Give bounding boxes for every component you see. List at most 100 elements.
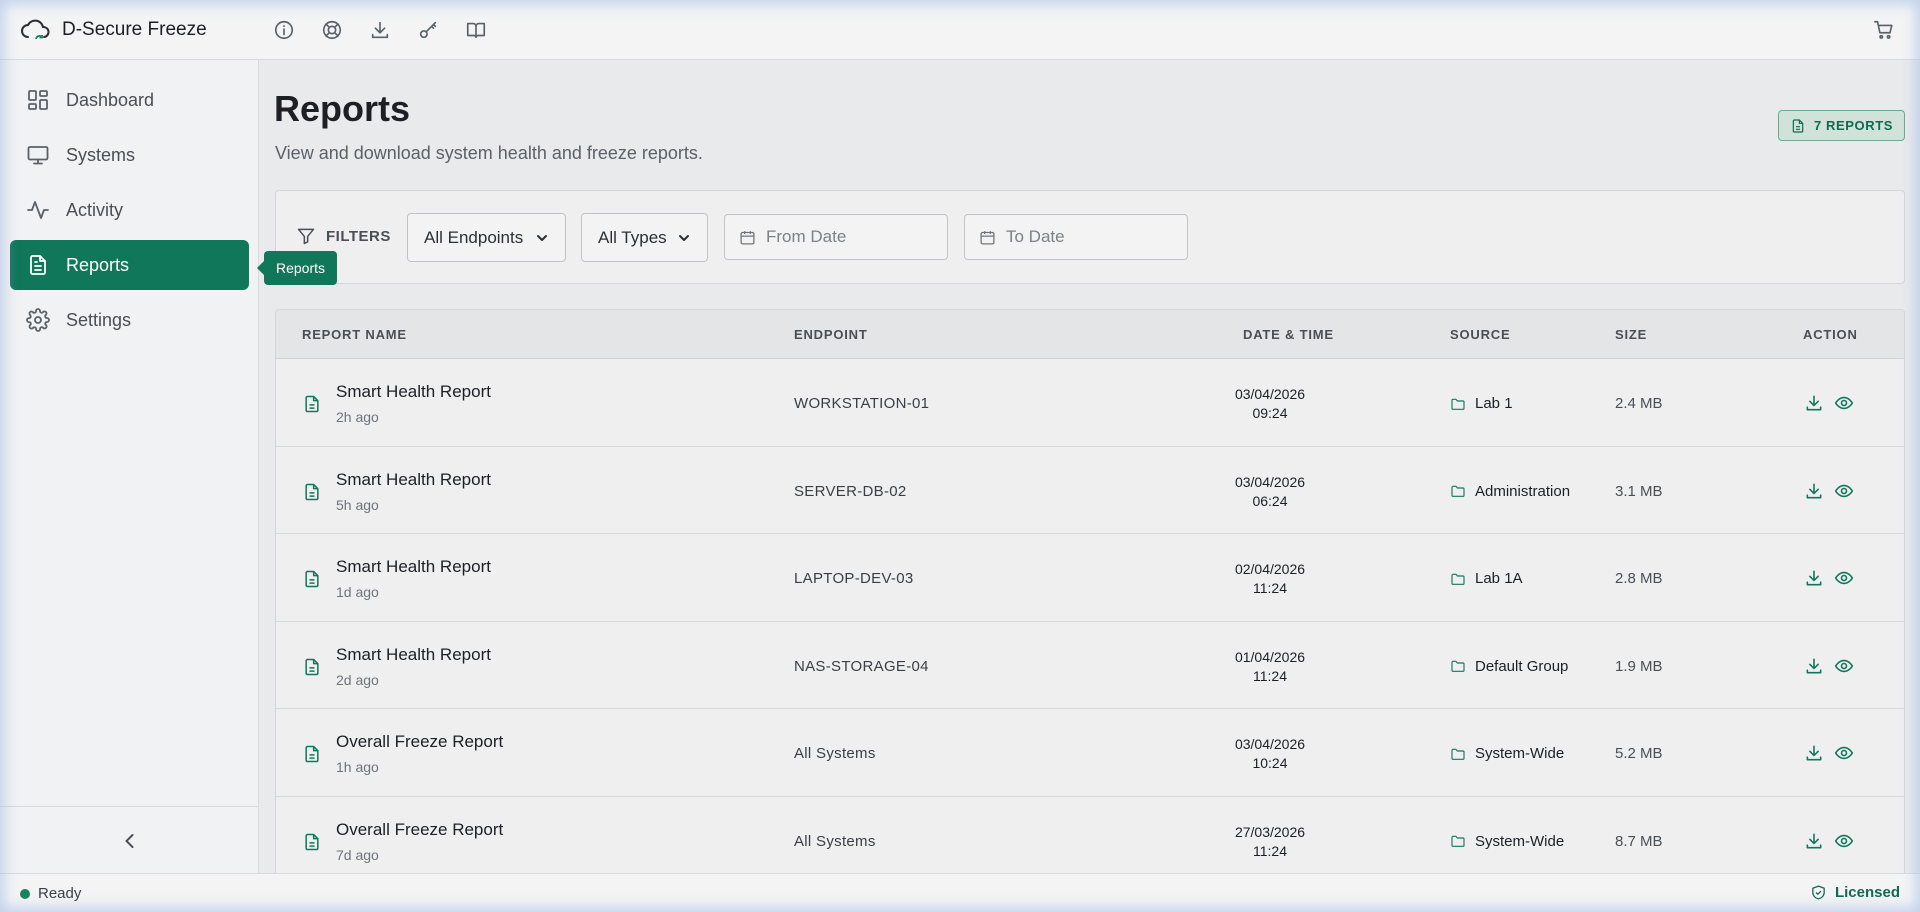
eye-icon bbox=[1834, 571, 1854, 585]
report-file-icon bbox=[302, 743, 322, 765]
download-report-button[interactable] bbox=[1803, 392, 1825, 414]
license-status-text: Licensed bbox=[1834, 884, 1900, 901]
download-report-button[interactable] bbox=[1803, 830, 1825, 852]
report-datetime: 03/04/2026 06:24 bbox=[1220, 473, 1320, 511]
report-datetime: 02/04/2026 11:24 bbox=[1220, 560, 1320, 598]
dashboard-icon bbox=[28, 90, 48, 110]
license-status: Licensed bbox=[1810, 884, 1900, 901]
folder-icon bbox=[1451, 485, 1465, 497]
report-endpoint: SERVER-DB-02 bbox=[794, 482, 907, 500]
sidebar-item-dashboard[interactable]: Dashboard bbox=[10, 75, 249, 125]
eye-icon bbox=[1834, 396, 1854, 410]
report-source: Default Group bbox=[1450, 658, 1568, 675]
reports-count-badge: 7 REPORTS bbox=[1778, 110, 1905, 141]
download-report-button[interactable] bbox=[1803, 655, 1825, 677]
sidebar-divider bbox=[0, 806, 259, 807]
view-report-button[interactable] bbox=[1833, 480, 1855, 502]
folder-icon bbox=[1451, 398, 1465, 410]
report-datetime: 03/04/2026 10:24 bbox=[1220, 735, 1320, 773]
view-report-button[interactable] bbox=[1833, 830, 1855, 852]
sidebar-item-systems[interactable]: Systems bbox=[10, 130, 249, 180]
report-source-label: Default Group bbox=[1475, 657, 1569, 675]
status-text: Ready bbox=[38, 885, 82, 902]
cart-icon bbox=[1874, 20, 1893, 39]
info-icon bbox=[274, 20, 294, 39]
sidebar-item-reports[interactable]: Reports bbox=[10, 240, 249, 290]
report-file-icon bbox=[302, 568, 322, 590]
app-title: D-Secure Freeze bbox=[62, 18, 207, 40]
report-file-icon bbox=[302, 656, 322, 678]
view-report-button[interactable] bbox=[1833, 567, 1855, 589]
view-report-button[interactable] bbox=[1833, 742, 1855, 764]
document-icon bbox=[1792, 118, 1804, 133]
page-subtitle: View and download system health and free… bbox=[275, 143, 703, 163]
license-key-button[interactable] bbox=[404, 6, 452, 54]
report-date: 03/04/2026 bbox=[1234, 386, 1306, 402]
table-row[interactable]: Smart Health Report 2h ago WORKSTATION-01 0… bbox=[276, 359, 1904, 447]
report-date: 01/04/2026 bbox=[1234, 648, 1306, 665]
report-date: 03/04/2026 bbox=[1234, 473, 1306, 490]
eye-icon bbox=[1834, 484, 1854, 497]
sidebar-item-label: Reports bbox=[66, 254, 130, 275]
view-report-button[interactable] bbox=[1833, 392, 1855, 414]
table-row[interactable]: Overall Freeze Report 7d ago All Systems 27… bbox=[276, 797, 1904, 884]
eye-icon bbox=[1834, 659, 1854, 672]
report-source-label: Lab 1 bbox=[1475, 395, 1513, 412]
activity-icon bbox=[27, 201, 49, 219]
table-row[interactable]: Overall Freeze Report 1h ago All Systems 03… bbox=[276, 709, 1904, 797]
report-name: Overall Freeze Report bbox=[336, 732, 504, 751]
folder-icon bbox=[1451, 835, 1465, 847]
sidebar-item-activity[interactable]: Activity bbox=[10, 185, 249, 235]
eye-icon bbox=[1834, 746, 1854, 760]
report-source: Lab 1 bbox=[1450, 395, 1513, 412]
download-icon bbox=[1806, 745, 1822, 761]
report-time: 10:24 bbox=[1252, 755, 1288, 771]
info-button[interactable] bbox=[260, 6, 308, 54]
documentation-button[interactable] bbox=[452, 6, 500, 54]
download-report-button[interactable] bbox=[1803, 742, 1825, 764]
sidebar-item-settings[interactable]: Settings bbox=[10, 295, 249, 345]
download-icon bbox=[1806, 483, 1822, 498]
cart-button[interactable] bbox=[1868, 14, 1900, 46]
view-report-button[interactable] bbox=[1833, 655, 1855, 677]
table-row[interactable]: Smart Health Report 1d ago LAPTOP-DEV-03 02… bbox=[276, 534, 1904, 622]
type-select-value: All Types bbox=[598, 227, 667, 247]
report-endpoint: NAS-STORAGE-04 bbox=[794, 657, 929, 675]
report-time: 11:24 bbox=[1253, 842, 1287, 859]
type-select[interactable]: All Types bbox=[581, 213, 708, 262]
table-header: REPORT NAME ENDPOINT DATE & TIME SOURCE … bbox=[276, 310, 1904, 359]
to-date-input[interactable]: To Date bbox=[964, 214, 1188, 260]
folder-icon bbox=[1451, 573, 1465, 585]
folder-icon bbox=[1451, 748, 1465, 760]
sidebar-item-label: Dashboard bbox=[66, 89, 155, 110]
report-endpoint: All Systems bbox=[794, 832, 876, 850]
report-age: 2d ago bbox=[336, 671, 379, 688]
download-icon bbox=[1806, 658, 1822, 673]
page-title: Reports bbox=[274, 88, 411, 129]
download-report-button[interactable] bbox=[1803, 480, 1825, 502]
column-header-size: SIZE bbox=[1615, 327, 1648, 342]
report-time: 09:24 bbox=[1252, 405, 1288, 421]
download-report-button[interactable] bbox=[1803, 567, 1825, 589]
collapse-sidebar-button[interactable] bbox=[114, 825, 146, 857]
report-size: 2.4 MB bbox=[1615, 395, 1663, 412]
endpoint-select-value: All Endpoints bbox=[424, 227, 524, 247]
sidebar: Dashboard Systems Activity Reports Setti… bbox=[0, 60, 259, 873]
table-row[interactable]: Smart Health Report 2d ago NAS-STORAGE-04 0… bbox=[276, 622, 1904, 709]
status-indicator bbox=[20, 889, 30, 899]
monitor-icon bbox=[27, 146, 49, 165]
report-source-label: Lab 1A bbox=[1475, 570, 1523, 587]
report-age: 1d ago bbox=[336, 584, 379, 600]
download-button[interactable] bbox=[356, 6, 404, 54]
from-date-input[interactable]: From Date bbox=[724, 214, 948, 260]
report-size: 5.2 MB bbox=[1615, 745, 1663, 762]
download-icon bbox=[371, 21, 389, 38]
report-date: 03/04/2026 bbox=[1234, 736, 1306, 752]
endpoint-select[interactable]: All Endpoints bbox=[407, 213, 566, 262]
support-button[interactable] bbox=[308, 6, 356, 54]
report-time: 06:24 bbox=[1252, 492, 1288, 509]
folder-icon bbox=[1451, 660, 1465, 672]
table-row[interactable]: Smart Health Report 5h ago SERVER-DB-02 03/… bbox=[276, 447, 1904, 534]
cloud-sync-icon bbox=[21, 19, 50, 39]
report-endpoint: LAPTOP-DEV-03 bbox=[794, 570, 914, 587]
